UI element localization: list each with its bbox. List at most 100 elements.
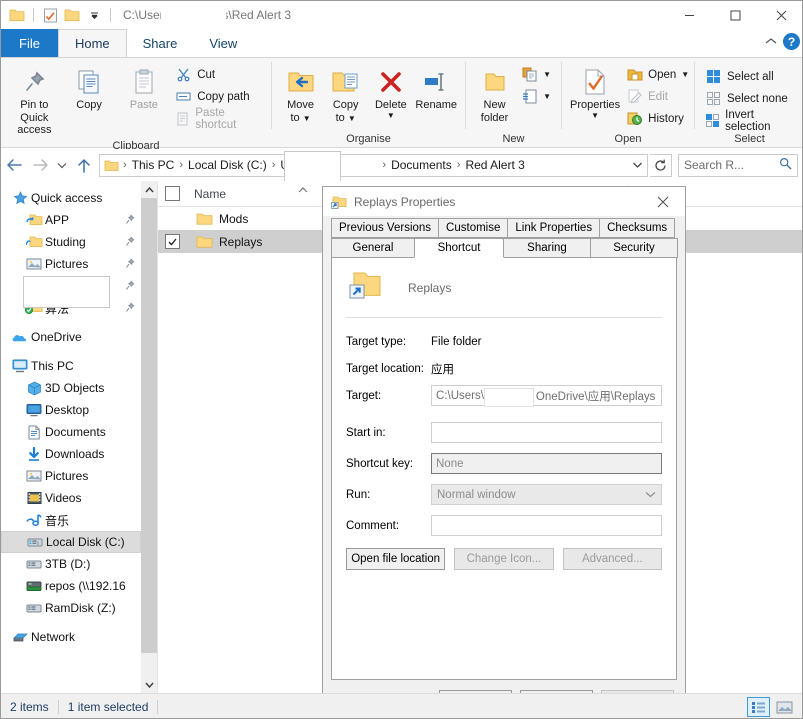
properties-button[interactable]: Properties ▼ [568, 62, 622, 123]
close-icon[interactable] [758, 1, 802, 29]
sidebar-item-app[interactable]: APP [1, 209, 141, 231]
tab-security[interactable]: Security [590, 238, 678, 258]
easy-access-button[interactable]: ▼ [517, 86, 555, 107]
select-all-icon [705, 68, 722, 85]
advanced-button[interactable]: Advanced... [562, 548, 662, 570]
maximise-icon[interactable] [712, 1, 758, 29]
sidebar-item-3d-objects[interactable]: 3D Objects [1, 377, 141, 399]
tab-sharing[interactable]: Sharing [503, 238, 591, 258]
row-checkbox[interactable] [165, 211, 180, 226]
sidebar-item-local-disk-c[interactable]: Local Disk (C:) [1, 531, 141, 553]
sidebar-item-pictures[interactable]: Pictures [1, 465, 141, 487]
copy-button[interactable]: Copy [62, 62, 117, 115]
search-input[interactable]: Search R... [678, 153, 798, 177]
new-item-button[interactable]: ▼ [517, 64, 555, 85]
pin-icon[interactable] [125, 214, 135, 228]
sidebar-item-ramdisk-z[interactable]: RamDisk (Z:) [1, 597, 141, 619]
sidebar-item-downloads[interactable]: Downloads [1, 443, 141, 465]
sidebar-item-studing[interactable]: Studing [1, 231, 141, 253]
open-small-commands: Open ▼ Edit History [622, 62, 693, 129]
dropdown-caret-icon[interactable] [84, 5, 104, 25]
paste-button[interactable]: Paste [116, 62, 171, 115]
navigation-pane-scrollbar[interactable] [141, 181, 158, 693]
breadcrumb-documents[interactable]: Documents [387, 158, 456, 172]
run-select[interactable]: Normal window [431, 484, 662, 505]
comment-input[interactable] [431, 515, 662, 536]
open-file-location-button[interactable]: Open file location [346, 548, 446, 570]
new-folder-button[interactable]: New folder [472, 62, 517, 127]
folder-new-icon[interactable] [62, 5, 82, 25]
select-all-button[interactable]: Select all [701, 66, 798, 87]
scroll-down-icon[interactable] [141, 676, 157, 693]
sidebar-item-repos-network[interactable]: repos (\\192.16 [1, 575, 141, 597]
folder-icon[interactable] [7, 5, 27, 25]
sidebar-item-videos[interactable]: Videos [1, 487, 141, 509]
paste-shortcut-button[interactable]: Paste shortcut [171, 107, 265, 131]
row-checkbox[interactable] [165, 234, 180, 249]
breadcrumb-local-disk[interactable]: Local Disk (C:) [184, 158, 271, 172]
move-to-button[interactable]: Move to ▼ [278, 62, 323, 127]
sidebar-item-documents[interactable]: Documents [1, 421, 141, 443]
tab-link-properties[interactable]: Link Properties [507, 218, 601, 238]
copy-path-button[interactable]: Copy path [171, 86, 265, 107]
history-button[interactable]: History [622, 108, 693, 129]
delete-button[interactable]: Delete ▼ [368, 62, 413, 123]
shortcut-key-input[interactable]: None [431, 453, 662, 474]
tab-file[interactable]: File [1, 29, 58, 57]
recent-locations-icon[interactable] [53, 150, 71, 180]
refresh-icon[interactable] [650, 153, 672, 177]
pin-icon[interactable] [125, 280, 135, 294]
sidebar-item-music[interactable]: 音乐 [1, 509, 141, 531]
details-view-icon[interactable] [747, 697, 770, 717]
chevron-down-icon[interactable] [632, 161, 645, 169]
sidebar-item-desktop[interactable]: Desktop [1, 399, 141, 421]
up-arrow-icon[interactable] [71, 150, 97, 180]
new-small-commands: ▼ ▼ [517, 62, 555, 107]
collapse-ribbon-icon[interactable] [765, 36, 777, 48]
scrollbar-thumb[interactable] [141, 198, 157, 653]
shortcut-name: Replays [408, 281, 452, 295]
breadcrumb[interactable]: › This PC › Local Disk (C:) › Users › › … [99, 150, 648, 183]
pin-icon[interactable] [125, 236, 135, 250]
sidebar-item-quick-access[interactable]: Quick access [1, 187, 141, 209]
tab-general[interactable]: General [331, 238, 415, 258]
breadcrumb-red-alert-3[interactable]: Red Alert 3 [461, 158, 528, 172]
cut-button[interactable]: Cut [171, 64, 265, 85]
tab-share[interactable]: Share [127, 29, 194, 57]
tab-previous-versions[interactable]: Previous Versions [331, 218, 440, 238]
rename-button[interactable]: Rename [413, 62, 459, 115]
start-in-input[interactable] [431, 422, 662, 443]
properties-icon[interactable] [40, 5, 60, 25]
tab-customise[interactable]: Customise [438, 218, 509, 238]
close-icon[interactable] [640, 187, 685, 216]
tab-view[interactable]: View [193, 29, 253, 57]
minimise-icon[interactable] [666, 1, 712, 29]
select-all-checkbox[interactable] [165, 186, 180, 201]
sidebar-item-this-pc[interactable]: This PC [1, 355, 141, 377]
ribbon-controls: ? [765, 33, 800, 50]
sidebar-item-label: Pictures [45, 257, 89, 271]
change-icon-button[interactable]: Change Icon... [454, 548, 554, 570]
sidebar-item-3tb-d[interactable]: 3TB (D:) [1, 553, 141, 575]
invert-selection-button[interactable]: Invert selection [701, 109, 798, 133]
forward-arrow-icon[interactable] [27, 150, 53, 180]
help-icon[interactable]: ? [783, 33, 800, 50]
select-none-button[interactable]: Select none [701, 88, 798, 109]
pin-icon[interactable] [125, 258, 135, 272]
tab-home[interactable]: Home [57, 29, 127, 57]
pin-icon[interactable] [125, 302, 135, 316]
copy-to-button[interactable]: Copy to ▼ [323, 62, 368, 127]
breadcrumb-this-pc[interactable]: This PC [128, 158, 179, 172]
large-icons-view-icon[interactable] [773, 697, 796, 717]
target-input[interactable]: C:\Users\ OneDrive\应用\Replays [431, 385, 662, 407]
sidebar-item-onedrive[interactable]: OneDrive [1, 326, 141, 348]
sidebar-item-pictures-quick[interactable]: Pictures [1, 253, 141, 275]
pin-to-quick-access-button[interactable]: Pin to Quick access [7, 62, 62, 140]
open-button[interactable]: Open ▼ [622, 64, 693, 85]
scroll-up-icon[interactable] [141, 181, 157, 198]
tab-checksums[interactable]: Checksums [599, 218, 676, 238]
back-arrow-icon[interactable] [1, 150, 27, 180]
sidebar-item-network[interactable]: Network [1, 626, 141, 648]
tab-shortcut[interactable]: Shortcut [414, 238, 504, 258]
edit-button[interactable]: Edit [622, 86, 693, 107]
